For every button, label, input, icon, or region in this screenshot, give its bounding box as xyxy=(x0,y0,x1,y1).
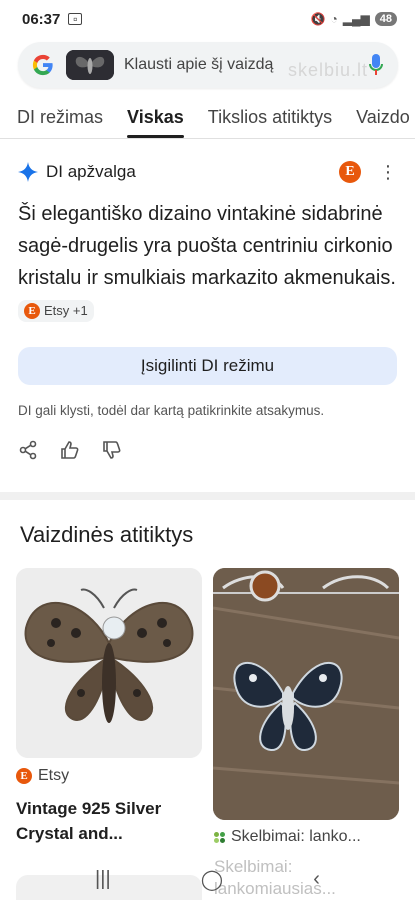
section-divider xyxy=(0,492,415,500)
result-source-2-label: Skelbimai: lanko... xyxy=(231,828,361,845)
thumbs-up-icon[interactable] xyxy=(60,440,80,460)
etsy-source-icon[interactable]: E xyxy=(339,161,361,183)
ai-disclaimer: DI gali klysti, todėl dar kartą patikrin… xyxy=(18,403,325,418)
status-time: 06:37 xyxy=(22,10,61,28)
share-icon[interactable] xyxy=(18,440,38,460)
tab-divider xyxy=(0,138,415,139)
deep-dive-ai-mode-button[interactable]: Įsigilinti DI režimu xyxy=(18,347,397,385)
tab-exact-matches[interactable]: Tikslios atitiktys xyxy=(196,104,344,138)
signal-icon: ▂▄▆ xyxy=(342,12,370,26)
result-source-1-label: Etsy xyxy=(38,767,70,784)
sparkle-icon xyxy=(18,162,38,182)
status-bar: 06:37 ▫ 🔇 ◔ ▂▄▆ 48 xyxy=(0,0,415,38)
ai-overview: DI apžvalga E ⋮ Ši elegantiško dizaino v… xyxy=(0,150,415,460)
tab-ai-mode[interactable]: DI režimas xyxy=(0,104,115,138)
battery-level: 48 xyxy=(374,12,397,26)
source-chip[interactable]: E Etsy +1 xyxy=(18,299,94,322)
ai-overview-title: DI apžvalga xyxy=(46,162,136,181)
wifi-icon: ◔ xyxy=(330,12,338,26)
result-source-2[interactable]: Skelbimai: lanko... xyxy=(214,828,361,846)
query-image-thumbnail[interactable] xyxy=(66,50,114,80)
screenshot-icon: ▫ xyxy=(68,12,83,26)
home-icon[interactable]: ◯ xyxy=(201,867,223,892)
google-logo-icon xyxy=(32,54,53,76)
feedback-actions xyxy=(18,440,122,460)
more-options-icon[interactable]: ⋮ xyxy=(379,163,397,181)
tab-bar: DI režimas Viskas Tikslios atitiktys Vai… xyxy=(0,104,415,138)
source-chip-label: Etsy +1 xyxy=(44,302,88,318)
microphone-icon[interactable] xyxy=(368,53,384,77)
thumbs-down-icon[interactable] xyxy=(102,440,122,460)
tab-visual[interactable]: Vaizdo xyxy=(344,104,415,138)
search-bar[interactable]: Klausti apie šį vaizdą skelbiu.lt xyxy=(18,42,398,88)
result-image-1[interactable] xyxy=(16,568,202,758)
back-icon[interactable]: ‹ xyxy=(313,868,320,891)
ai-overview-text: Ši elegantiško dizaino vintakinė sidabri… xyxy=(0,198,415,326)
skelbimai-icon xyxy=(214,831,225,843)
status-icons: 🔇 ◔ ▂▄▆ 48 xyxy=(311,12,397,26)
watermark: skelbiu.lt xyxy=(287,60,368,80)
result-caption-1[interactable]: Vintage 925 Silver Crystal and... xyxy=(16,796,206,846)
ai-overview-body: Ši elegantiško dizaino vintakinė sidabri… xyxy=(18,203,396,289)
result-source-1[interactable]: E Etsy xyxy=(16,767,69,785)
mute-icon: 🔇 xyxy=(310,12,326,26)
tab-all[interactable]: Viskas xyxy=(115,104,196,138)
visual-matches-title: Vaizdinės atitiktys xyxy=(20,522,194,547)
system-nav-bar: ||| ◯ ‹ xyxy=(0,858,415,900)
recents-icon[interactable]: ||| xyxy=(95,868,111,891)
etsy-icon: E xyxy=(24,302,40,319)
ai-overview-header: DI apžvalga E ⋮ xyxy=(0,150,415,194)
etsy-icon: E xyxy=(16,768,32,784)
result-image-2[interactable] xyxy=(213,568,399,820)
